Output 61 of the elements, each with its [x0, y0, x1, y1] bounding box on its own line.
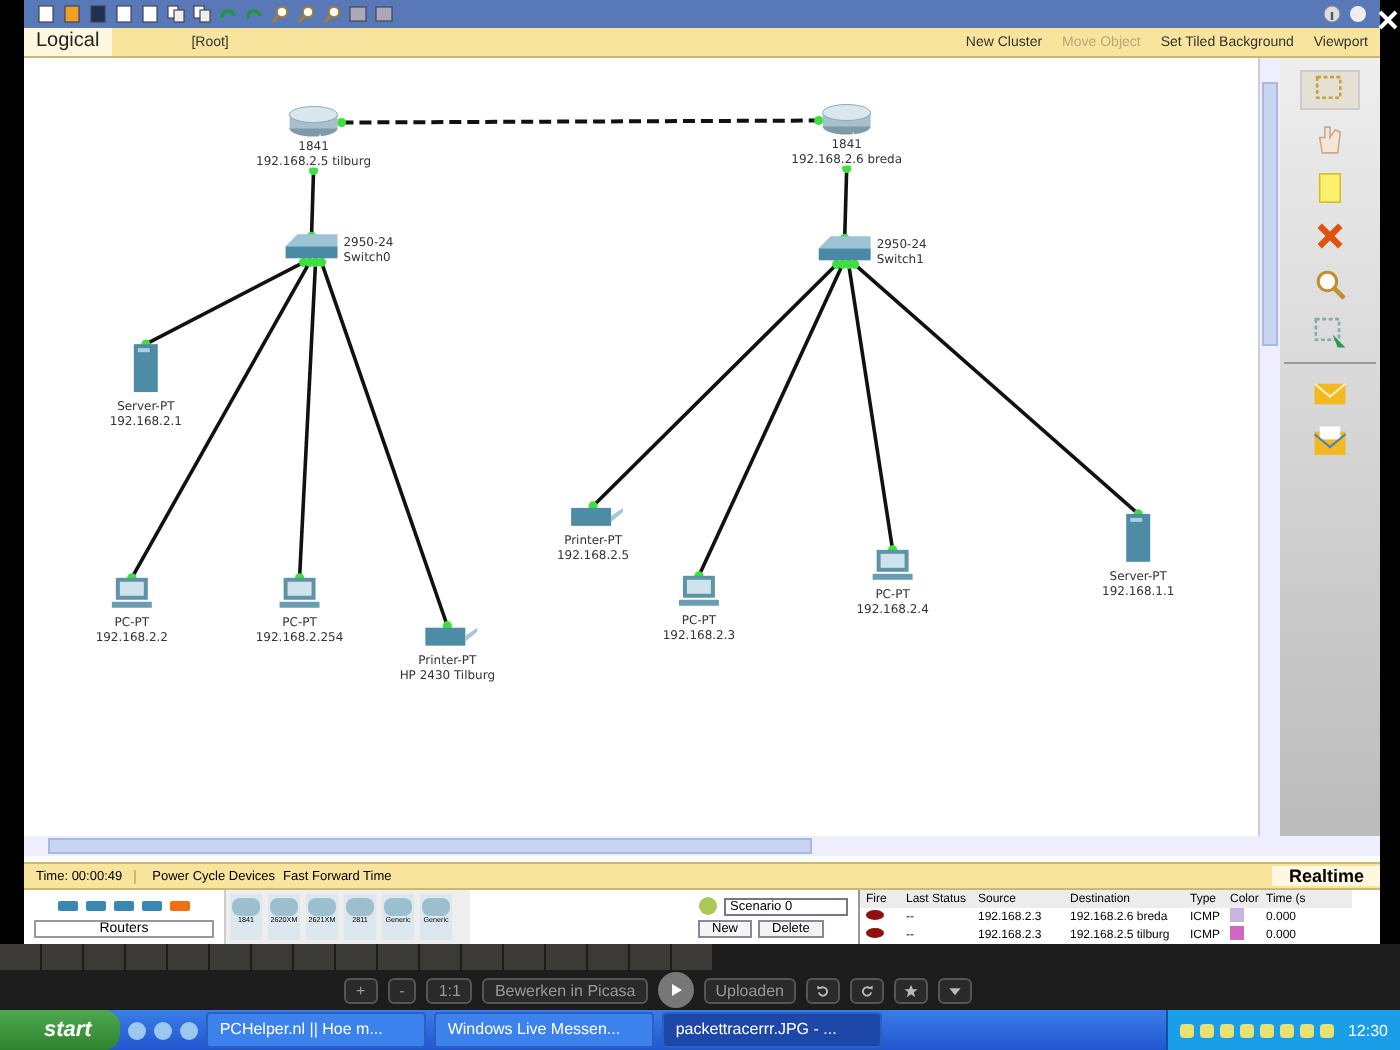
resize-select-icon[interactable]: [1312, 314, 1348, 350]
complex-pdu-icon[interactable]: [1312, 424, 1348, 460]
photo-thumbnail[interactable]: [336, 944, 376, 970]
start-button[interactable]: start: [0, 1010, 120, 1050]
computer-icon[interactable]: [111, 577, 152, 608]
viewer-button[interactable]: +: [344, 977, 378, 1003]
photo-thumbnail[interactable]: [42, 944, 82, 970]
server-icon[interactable]: [1126, 513, 1151, 562]
computer-icon[interactable]: [279, 577, 320, 608]
photo-thumbnail[interactable]: [84, 944, 124, 970]
photo-thumbnail[interactable]: [126, 944, 166, 970]
taskbar-button[interactable]: Windows Live Messen...: [433, 1012, 654, 1048]
computer-icon[interactable]: [678, 575, 719, 606]
open-folder-icon[interactable]: [62, 4, 82, 24]
rotate-right-button[interactable]: [849, 977, 884, 1003]
viewer-button[interactable]: Bewerken in Picasa: [482, 977, 648, 1003]
photo-thumbnail[interactable]: [462, 944, 502, 970]
rotate-right-icon: [859, 983, 874, 997]
photo-thumbnail[interactable]: [546, 944, 586, 970]
photo-thumbnail[interactable]: [168, 944, 208, 970]
photo-thumbnail[interactable]: [0, 944, 40, 970]
caret-icon: [947, 983, 962, 997]
select-icon[interactable]: [1300, 70, 1360, 110]
paste-icon[interactable]: [192, 4, 212, 24]
clock: 12:30: [1347, 1021, 1388, 1039]
printer-icon[interactable]: [425, 627, 478, 646]
zoom-in-icon[interactable]: [270, 4, 290, 24]
save-icon[interactable]: [88, 4, 108, 24]
horizontal-scrollbar[interactable]: [24, 836, 1380, 856]
copy-icon[interactable]: [166, 4, 186, 24]
printer-icon[interactable]: [571, 507, 624, 526]
vertical-scrollbar[interactable]: [1258, 58, 1280, 836]
new-file-icon[interactable]: [36, 4, 56, 24]
photo-thumbnail[interactable]: [672, 944, 712, 970]
play-button[interactable]: [657, 972, 694, 1008]
star-button[interactable]: [893, 977, 928, 1003]
viewer-button[interactable]: -: [387, 977, 417, 1003]
taskbar-button[interactable]: PCHelper.nl || Hoe m...: [205, 1012, 426, 1048]
server-icon[interactable]: [133, 344, 158, 393]
photo-thumbnail[interactable]: [588, 944, 628, 970]
zoom-reset-icon[interactable]: [296, 4, 316, 24]
photo-thumbnail[interactable]: [630, 944, 670, 970]
taskbar-button[interactable]: packettracerrr.JPG - ...: [661, 1012, 882, 1048]
more-button[interactable]: [937, 977, 972, 1003]
rotate-left-button[interactable]: [805, 977, 840, 1003]
photo-thumbnail[interactable]: [504, 944, 544, 970]
star-icon: [903, 983, 918, 997]
zoom-out-icon[interactable]: [322, 4, 342, 24]
photo-thumbnail[interactable]: [210, 944, 250, 970]
delete-icon[interactable]: [1312, 218, 1348, 254]
photo-thumbnail[interactable]: [378, 944, 418, 970]
computer-icon[interactable]: [872, 549, 913, 580]
photo-thumbnail[interactable]: [420, 944, 460, 970]
realtime-tab[interactable]: Realtime: [1272, 866, 1380, 886]
search-icon[interactable]: [1312, 266, 1348, 302]
viewer-button[interactable]: Uploaden: [703, 977, 796, 1003]
viewer-button[interactable]: 1:1: [426, 977, 473, 1003]
photo-thumbnail[interactable]: [252, 944, 292, 970]
logical-tab[interactable]: Logical: [24, 28, 112, 56]
photo-thumbnail[interactable]: [294, 944, 334, 970]
rotate-left-icon: [815, 983, 830, 997]
